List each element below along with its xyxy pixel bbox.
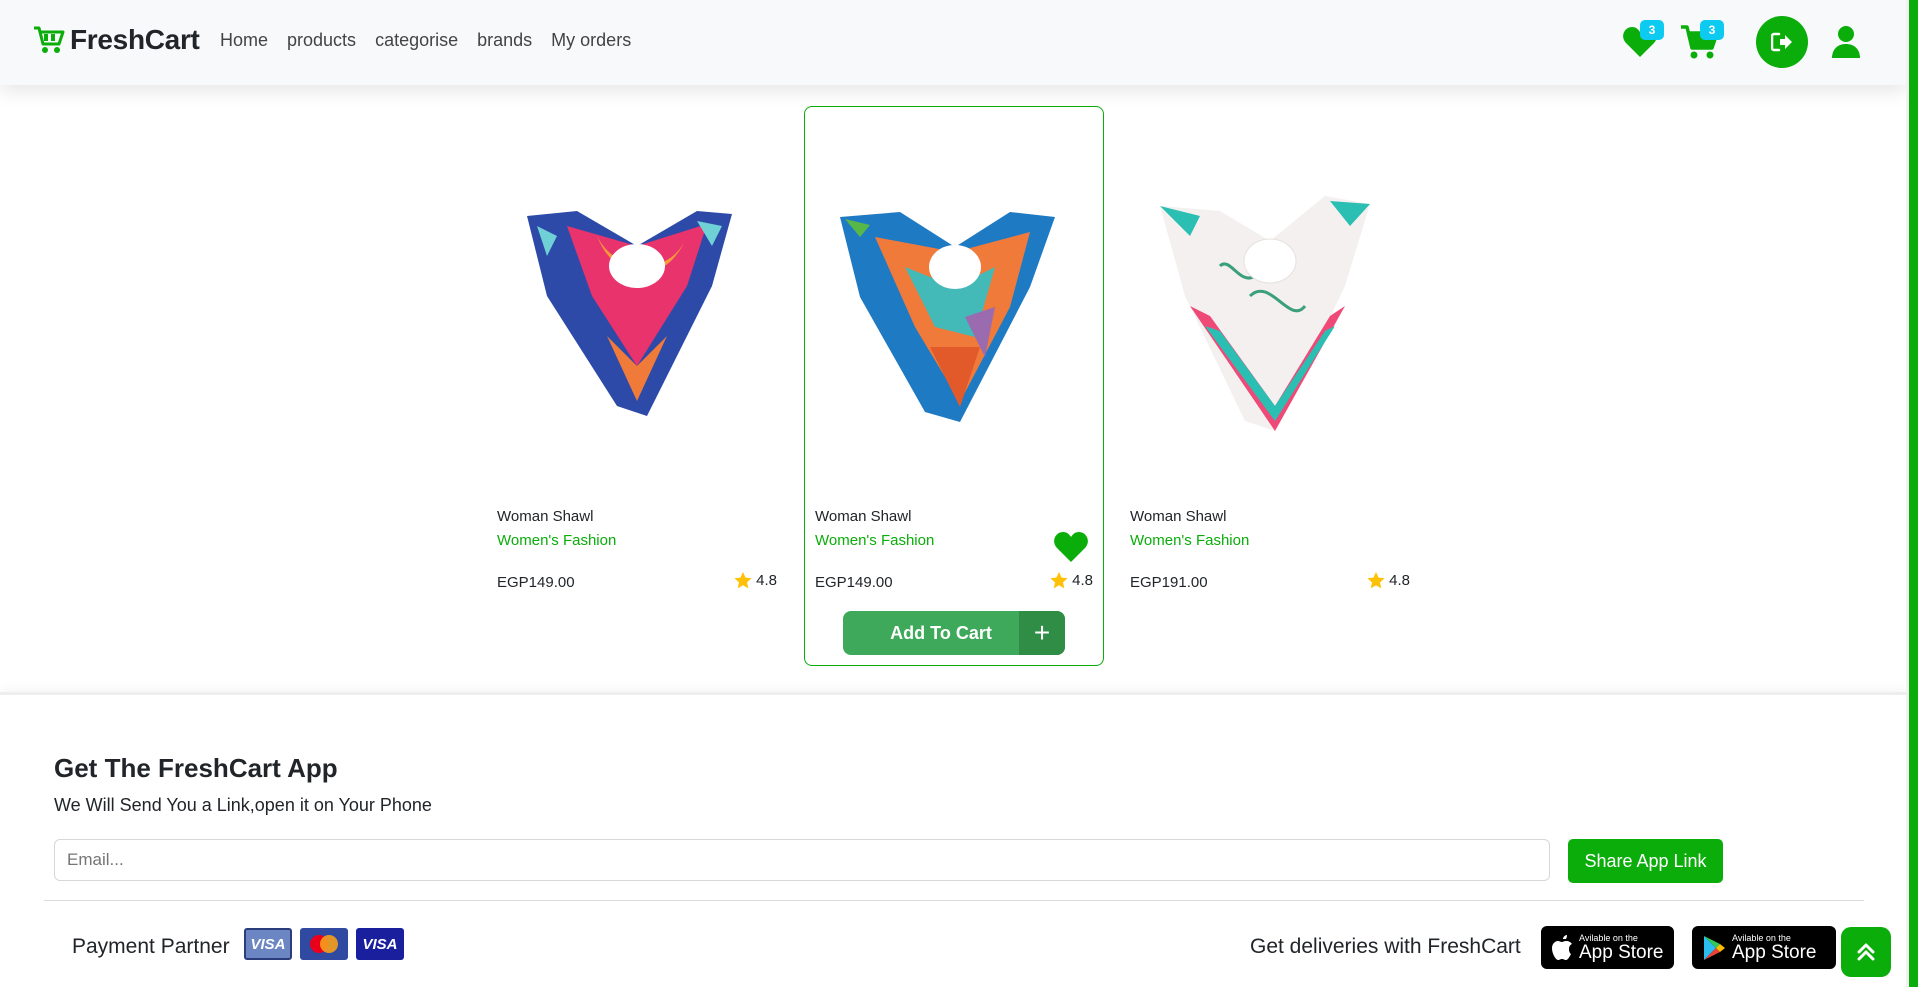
rating-value: 4.8	[1389, 572, 1410, 589]
scroll-to-top-button[interactable]	[1841, 927, 1891, 977]
product-image	[840, 212, 1055, 422]
sign-out-icon	[1771, 32, 1792, 52]
product-category: Women's Fashion	[815, 532, 935, 549]
wishlist-heart-icon[interactable]	[1053, 531, 1089, 563]
double-chevron-up-icon	[1857, 943, 1875, 961]
cart-button[interactable]: 3	[1680, 20, 1724, 62]
footer: Get The FreshCart App We Will Send You a…	[0, 692, 1906, 987]
app-store-badge[interactable]: Avilable on the App Store	[1541, 926, 1674, 969]
page: FreshCart Home products categorise brand…	[0, 0, 1918, 987]
payment-partner-logos: VISA VISA	[244, 928, 404, 960]
nav-link-my-orders[interactable]: My orders	[551, 30, 631, 51]
cart-count-badge: 3	[1700, 20, 1724, 40]
product-title: Woman Shawl	[815, 508, 912, 525]
star-icon	[1050, 572, 1068, 589]
email-input[interactable]	[54, 839, 1550, 881]
brand-logo[interactable]: FreshCart	[32, 24, 200, 56]
add-to-cart-label: Add To Cart	[890, 622, 992, 643]
product-category: Women's Fashion	[1130, 532, 1250, 549]
rating-value: 4.8	[1072, 572, 1093, 589]
wishlist-button[interactable]: 3	[1620, 20, 1664, 62]
logout-button[interactable]	[1756, 16, 1808, 68]
product-price: EGP149.00	[815, 574, 893, 591]
product-card[interactable]: Woman Shawl Women's Fashion EGP191.00 4.…	[1120, 106, 1420, 666]
product-title: Woman Shawl	[1130, 508, 1227, 525]
nav-link-categories[interactable]: categorise	[375, 30, 458, 51]
app-promo-title: Get The FreshCart App	[54, 753, 338, 783]
navbar: FreshCart Home products categorise brand…	[0, 0, 1906, 85]
app-promo-subtitle: We Will Send You a Link,open it on Your …	[54, 795, 432, 815]
share-app-link-button[interactable]: Share App Link	[1568, 839, 1723, 883]
product-image	[527, 211, 732, 416]
product-rating: 4.8	[1050, 572, 1093, 589]
mastercard-icon	[300, 928, 348, 960]
nav-link-home[interactable]: Home	[220, 30, 268, 51]
star-icon	[734, 572, 752, 589]
scrollbar-thumb[interactable]	[1909, 0, 1918, 987]
user-icon	[1832, 26, 1860, 58]
star-icon	[1367, 572, 1385, 589]
profile-button[interactable]	[1826, 22, 1866, 62]
footer-divider	[44, 900, 1864, 901]
add-to-cart-button[interactable]: Add To Cart +	[843, 611, 1065, 655]
product-image	[1160, 196, 1370, 431]
nav-link-brands[interactable]: brands	[477, 30, 532, 51]
wishlist-count-badge: 3	[1640, 20, 1664, 40]
store-badge-big-text: App Store	[1579, 941, 1664, 963]
rating-value: 4.8	[756, 572, 777, 589]
product-category: Women's Fashion	[497, 532, 617, 549]
plus-icon: +	[1019, 611, 1065, 655]
nav-icons: 3 3	[1620, 16, 1866, 68]
product-card[interactable]: Woman Shawl Women's Fashion EGP149.00 4.…	[804, 106, 1104, 666]
product-card[interactable]: Woman Shawl Women's Fashion EGP149.00 4.…	[487, 106, 787, 666]
product-price: EGP149.00	[497, 574, 575, 591]
product-rating: 4.8	[734, 572, 777, 589]
brand-name: FreshCart	[70, 24, 200, 55]
cart-logo-icon	[34, 26, 65, 53]
nav-links: Home products categorise brands My order…	[220, 30, 631, 51]
store-badge-small-text: Avilable on the	[1732, 932, 1791, 943]
product-price: EGP191.00	[1130, 574, 1208, 591]
store-badge-big-text: App Store	[1732, 941, 1817, 963]
page-scrollbar[interactable]	[1906, 0, 1918, 987]
delivery-label: Get deliveries with FreshCart	[1250, 935, 1521, 958]
visa-icon: VISA	[356, 928, 404, 960]
play-store-badge[interactable]: Avilable on the App Store	[1692, 926, 1836, 969]
store-badge-small-text: Avilable on the	[1579, 932, 1638, 943]
product-title: Woman Shawl	[497, 508, 594, 525]
product-rating: 4.8	[1367, 572, 1410, 589]
visa-card-icon: VISA	[244, 928, 292, 960]
apple-icon	[1552, 934, 1572, 960]
payment-partner-label: Payment Partner	[72, 935, 230, 958]
google-play-icon	[1704, 935, 1725, 960]
nav-link-products[interactable]: products	[287, 30, 356, 51]
